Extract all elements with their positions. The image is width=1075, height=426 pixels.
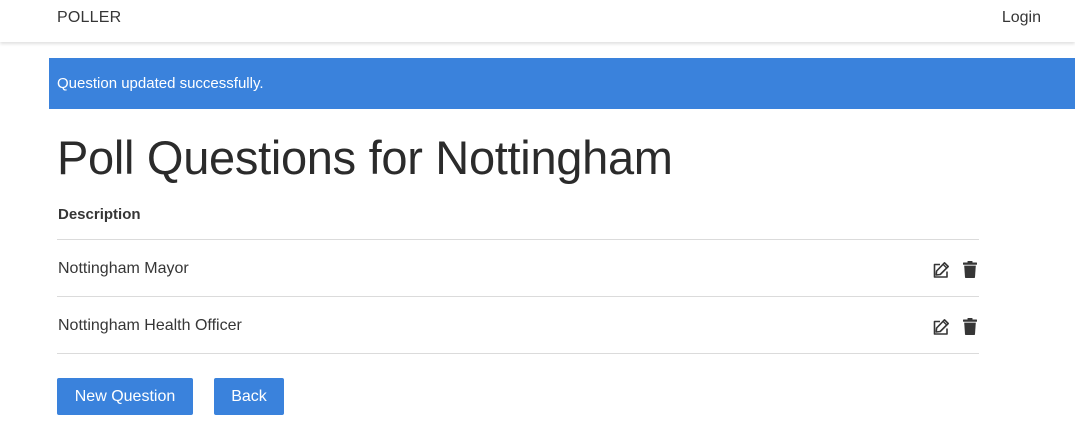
login-link[interactable]: Login xyxy=(1002,9,1041,27)
row-actions xyxy=(931,260,979,279)
notification-message: Question updated successfully. xyxy=(57,75,264,92)
row-actions xyxy=(931,317,979,336)
brand-logo[interactable]: POLLER xyxy=(57,9,121,27)
table-row: Nottingham Mayor xyxy=(57,240,979,297)
questions-table: Description Nottingham Mayor Nottingham … xyxy=(57,198,979,354)
page-title: Poll Questions for Nottingham xyxy=(57,131,673,184)
back-button[interactable]: Back xyxy=(214,378,284,415)
edit-icon[interactable] xyxy=(931,260,950,279)
trash-icon[interactable] xyxy=(960,260,979,279)
question-description: Nottingham Health Officer xyxy=(58,317,242,334)
column-header-description: Description xyxy=(57,198,979,240)
edit-icon[interactable] xyxy=(931,317,950,336)
new-question-button[interactable]: New Question xyxy=(57,378,193,415)
top-navbar: POLLER Login xyxy=(0,0,1075,42)
question-description: Nottingham Mayor xyxy=(58,260,189,277)
table-row: Nottingham Health Officer xyxy=(57,297,979,354)
success-notification: Question updated successfully. xyxy=(49,58,1075,109)
trash-icon[interactable] xyxy=(960,317,979,336)
